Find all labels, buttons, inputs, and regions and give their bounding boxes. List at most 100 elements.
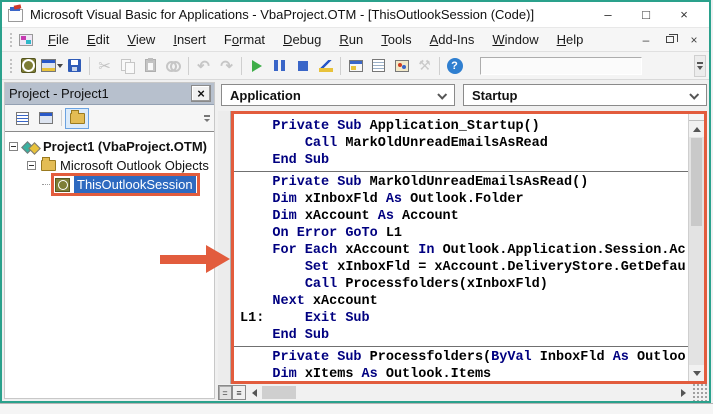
horizontal-scrollbar-row: = ≡ [218, 384, 707, 401]
toolbar-grip[interactable] [9, 58, 14, 74]
scroll-left-button[interactable] [246, 384, 262, 401]
panel-options-button[interactable] [202, 109, 212, 127]
collapse-icon[interactable] [27, 161, 36, 170]
code-keyword: Call [305, 136, 346, 151]
code-text [240, 136, 305, 151]
menu-view[interactable]: View [118, 29, 164, 50]
tree-label-project[interactable]: Project1 (VbaProject.OTM) [43, 139, 207, 154]
code-line[interactable]: Dim xInboxFld As Outlook.Folder [240, 191, 688, 208]
menu-bar: FileEditViewInsertFormatDebugRunToolsAdd… [2, 28, 709, 52]
tree-row-folder[interactable]: Microsoft Outlook Objects [9, 156, 214, 175]
code-line[interactable]: Set xInboxFld = xAccount.DeliveryStore.G… [240, 259, 688, 276]
tree-row-project[interactable]: Project1 (VbaProject.OTM) [9, 137, 214, 156]
menu-addins[interactable]: Add-Ins [421, 29, 484, 50]
dropdown-caret-icon[interactable] [57, 64, 63, 68]
code-line[interactable]: For Each xAccount In Outlook.Application… [240, 242, 688, 259]
mdi-close-button[interactable]: × [687, 33, 701, 47]
code-line[interactable]: End Sub [240, 152, 688, 169]
object-dropdown[interactable]: Application [221, 84, 455, 106]
window-title: Microsoft Visual Basic for Applications … [30, 7, 534, 22]
toggle-folders-button[interactable] [65, 108, 89, 129]
project-tree: Project1 (VbaProject.OTM) Microsoft Outl… [5, 131, 214, 398]
procedure-dropdown-value: Startup [472, 88, 518, 103]
run-sub-button[interactable] [245, 55, 268, 77]
menu-file[interactable]: File [39, 29, 78, 50]
code-line[interactable]: Private Sub Application_Startup() [240, 118, 688, 135]
scroll-right-button[interactable] [675, 384, 691, 401]
close-button[interactable]: × [665, 2, 703, 27]
object-browser-button[interactable] [390, 55, 413, 77]
title-bar[interactable]: Microsoft Visual Basic for Applications … [2, 2, 709, 28]
full-module-view-button[interactable]: ≡ [232, 385, 246, 400]
toolbar-options-button[interactable] [694, 55, 706, 77]
scroll-down-button[interactable] [689, 365, 704, 381]
code-keyword: As [362, 367, 386, 381]
view-microsoft-outlook-button[interactable] [17, 55, 40, 77]
menu-format[interactable]: Format [215, 29, 274, 50]
resize-grip[interactable] [691, 384, 707, 401]
code-text: MarkOldUnreadEmailsAsRead() [370, 175, 589, 190]
tree-label-session[interactable]: ThisOutlookSession [74, 176, 196, 193]
menu-tools[interactable]: Tools [372, 29, 420, 50]
code-window-icon[interactable] [19, 34, 33, 46]
vertical-scroll-track[interactable] [689, 227, 704, 365]
minimize-button[interactable]: – [589, 2, 627, 27]
vertical-scroll-thumb[interactable] [691, 138, 702, 226]
code-line[interactable]: L1: Exit Sub [240, 310, 688, 327]
code-line[interactable]: On Error GoTo L1 [240, 225, 688, 242]
code-keyword: Dim [272, 367, 304, 381]
menu-insert[interactable]: Insert [164, 29, 215, 50]
horizontal-scroll-thumb[interactable] [262, 386, 296, 399]
properties-window-button[interactable] [367, 55, 390, 77]
code-line[interactable]: Call Processfolders(xInboxFld) [240, 276, 688, 293]
view-code-button[interactable] [10, 108, 34, 129]
menu-window[interactable]: Window [483, 29, 547, 50]
tree-label-folder[interactable]: Microsoft Outlook Objects [60, 158, 209, 173]
margin-indicator-bar[interactable] [218, 111, 231, 384]
scroll-up-button[interactable] [689, 121, 704, 137]
separator [439, 57, 440, 75]
maximize-button[interactable]: □ [627, 2, 665, 27]
menubar-grip[interactable] [9, 32, 14, 48]
code-line[interactable]: End Sub [240, 327, 688, 344]
procedure-view-button[interactable]: = [218, 385, 232, 400]
project-panel-caption[interactable]: Project - Project1 × [5, 83, 214, 105]
code-keyword: Exit Sub [305, 311, 370, 326]
vertical-scrollbar[interactable] [688, 114, 704, 381]
code-keyword: On Error GoTo [272, 226, 385, 241]
code-keyword: As [378, 209, 402, 224]
code-line[interactable]: Private Sub Processfolders(ByVal InboxFl… [240, 349, 688, 366]
tree-row-session[interactable]: ThisOutlookSession [9, 175, 214, 194]
code-keyword: Dim [272, 209, 304, 224]
horizontal-scroll-track[interactable] [296, 384, 675, 401]
code-line[interactable]: Next xAccount [240, 293, 688, 310]
insert-userform-button[interactable] [40, 55, 63, 77]
break-button[interactable] [268, 55, 291, 77]
split-handle[interactable] [689, 114, 704, 121]
design-icon [319, 60, 333, 72]
project-panel-close-button[interactable]: × [191, 85, 211, 102]
project-panel-title: Project - Project1 [9, 86, 109, 101]
code-line[interactable]: Private Sub MarkOldUnreadEmailsAsRead() [240, 174, 688, 191]
menu-edit[interactable]: Edit [78, 29, 118, 50]
mdi-restore-button[interactable] [663, 33, 677, 47]
menu-run[interactable]: Run [330, 29, 372, 50]
menu-debug[interactable]: Debug [274, 29, 330, 50]
collapse-icon[interactable] [9, 142, 18, 151]
code-line[interactable]: Call MarkOldUnreadEmailsAsRead [240, 135, 688, 152]
help-button[interactable]: ? [443, 55, 466, 77]
reset-button[interactable] [291, 55, 314, 77]
save-button[interactable] [63, 55, 86, 77]
code-text [240, 350, 272, 365]
procedure-dropdown[interactable]: Startup [463, 84, 707, 106]
view-object-button[interactable] [34, 108, 58, 129]
selected-item-wrap[interactable]: ThisOutlookSession [52, 174, 199, 195]
code-line[interactable]: Dim xAccount As Account [240, 208, 688, 225]
code-editor[interactable]: Private Sub Application_Startup() Call M… [234, 114, 688, 381]
design-mode-button[interactable] [314, 55, 337, 77]
code-text [240, 192, 272, 207]
menu-help[interactable]: Help [548, 29, 593, 50]
code-line[interactable]: Dim xItems As Outlook.Items [240, 366, 688, 381]
mdi-minimize-button[interactable]: – [639, 33, 653, 47]
project-explorer-button[interactable] [344, 55, 367, 77]
